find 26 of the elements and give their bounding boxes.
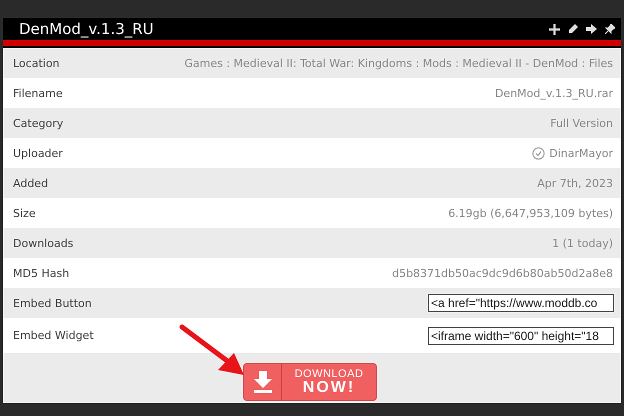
row-label: Added <box>13 176 48 190</box>
plus-icon[interactable] <box>549 24 560 34</box>
row-label: Embed Widget <box>13 329 94 342</box>
row-label: Embed Button <box>13 296 92 310</box>
arrow-right-icon[interactable] <box>586 24 597 34</box>
row-value: d5b8371db50ac9dc9d6b80ab50d2a8e8 <box>392 266 613 280</box>
pencil-icon[interactable] <box>568 24 578 34</box>
row-label: Category <box>13 116 64 130</box>
row-label: Size <box>13 206 36 220</box>
row-value: 6.19gb (6,647,953,109 bytes) <box>448 206 613 220</box>
embed-code-field[interactable]: <iframe width="600" height="18 <box>428 326 614 344</box>
row-label: Filename <box>13 86 63 100</box>
row-value: Games : Medieval II: Total War: Kingdoms : Mods : Medieval II - DenMod : Files <box>184 56 613 70</box>
window-title: DenMod_v.1.3_RU <box>19 20 154 38</box>
download-icon <box>252 371 272 393</box>
row-value: 1 (1 today) <box>552 236 613 250</box>
pin-icon[interactable] <box>605 24 615 34</box>
row-label: Location <box>13 56 60 70</box>
verified-badge-icon <box>532 146 546 160</box>
row-value: DenMod_v.1.3_RU.rar <box>494 86 613 100</box>
row-label: Downloads <box>13 236 74 250</box>
row-value: Full Version <box>550 116 613 130</box>
row-value: Apr 7th, 2023 <box>537 176 613 190</box>
row-label: Uploader <box>13 146 63 160</box>
embed-code-field[interactable]: <a href="https://www.moddb.co <box>428 294 614 312</box>
row-label: MD5 Hash <box>13 266 70 280</box>
